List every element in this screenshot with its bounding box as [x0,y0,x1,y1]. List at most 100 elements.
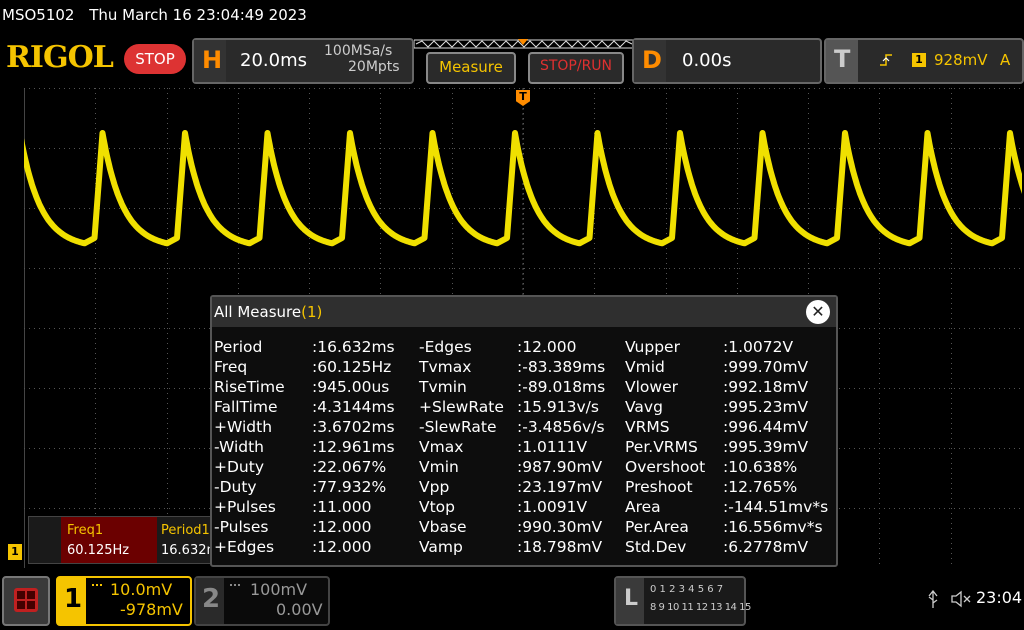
measure-value: :945.00us [312,378,390,396]
ch1-offset-marker[interactable]: 1 [8,544,22,560]
measure-row: Vmax :1.0111V [419,437,587,457]
measure-row: +Edges:12.000 [214,537,371,557]
measure-value: :1.0111V [517,438,588,456]
dialog-title-count: (1) [301,303,323,321]
measure-value: :23.197mV [517,478,603,496]
menu-button[interactable] [2,576,50,626]
measure-row: Vavg :995.23mV [625,397,808,417]
all-measure-dialog[interactable]: All Measure(1) ✕ Period :16.632ms Freq:60.… [210,295,838,567]
measure-name: Vlower [625,378,678,396]
measure-name: Tvmax [419,358,472,376]
measure-row: VRMS:996.44mV [625,417,808,437]
measure-name: -Width [214,438,264,456]
measure-row: -Duty:77.932% [214,477,386,497]
measure-name: Vavg [625,398,663,416]
measure-value: :18.798mV [517,538,603,556]
sound-muted-icon[interactable] [950,589,972,609]
horizontal-panel[interactable]: H 20.0ms 100MSa/s 20Mpts [192,38,414,84]
stop-status-button[interactable]: STOP [124,44,186,74]
measure-name: Vamp [419,538,463,556]
measure-name: Tvmin [419,378,467,396]
rigol-logo: RIGOL [6,40,114,75]
measure-name: Vmax [419,438,464,456]
measure-value: :995.39mV [723,438,809,456]
delay-value: 0.00s [682,50,732,71]
measure-name: Std.Dev [625,538,687,556]
measure-row: Freq:60.125Hz [214,357,391,377]
measure-column-3: Vupper:1.0072V Vmid:999.70mV Vlower:992.18… [625,337,828,557]
measure-value: :16.632ms [312,338,395,356]
measure-name: Freq [214,358,248,376]
ch2-coupling-icon [230,584,240,588]
measure-row: FallTime:4.3144ms [214,397,395,417]
logic-panel[interactable]: L 0 1 2 3 4 5 6 7 8 9 10 11 12 13 14 15 [614,576,751,626]
quick-measure-panel[interactable]: Freq1 60.125Hz Period1 16.632m [28,516,219,564]
measure-row: Overshoot:10.638% [625,457,797,477]
measure-name: Preshoot [625,478,693,496]
measure-row: +SlewRate:15.913v/s [419,397,599,417]
measure-value: :-83.389ms [517,358,606,376]
measure-name: Vtop [419,498,456,516]
measure-value: :12.000 [517,338,577,356]
measure-row: Vlower:992.18mV [625,377,808,397]
measure-name: -Pulses [214,518,269,536]
measure-name: FallTime [214,398,278,416]
dialog-header: All Measure(1) [212,297,836,327]
ch2-number: 2 [202,584,221,614]
measure-value: :1.0091V [517,498,588,516]
stop-run-button[interactable]: STOP/RUN [528,52,624,84]
measure-name: +Width [214,418,273,436]
measure-value: :999.70mV [723,358,809,376]
measure-value: :995.23mV [723,398,809,416]
freq-label: Freq1 [67,523,104,538]
measure-name: Per.Area [625,518,689,536]
measure-value: :990.30mV [517,518,603,536]
model-name: MSO5102 [2,6,75,24]
measure-row: Per.VRMS :995.39mV [625,437,808,457]
rising-edge-icon [880,54,892,66]
ch1-panel[interactable]: 1 10.0mV -978mV [56,576,192,626]
trigger-level: 928mV [934,51,988,69]
measure-row: Vpp :23.197mV [419,477,602,497]
ch1-offset: -978mV [120,600,183,619]
ch2-panel[interactable]: 2 100mV 0.00V [194,576,330,626]
measure-name: Vpp [419,478,450,496]
memory-timeline [414,39,634,49]
measure-name: +Pulses [214,498,276,516]
measure-name: -Edges [419,338,472,356]
measure-row: Std.Dev:6.2778mV [625,537,808,557]
trigger-panel[interactable]: T 1 928mV A [824,38,1024,84]
measure-row: Vmin:987.90mV [419,457,602,477]
measure-button[interactable]: Measure [426,52,516,84]
measure-name: RiseTime [214,378,285,396]
measure-row: Vmid :999.70mV [625,357,808,377]
dc-coupling-icon [92,584,102,588]
h-letter: H [202,46,223,74]
measure-row: Per.Area :16.556mv*s [625,517,823,537]
delay-panel[interactable]: D 0.00s [632,38,822,84]
freq-value: 60.125Hz [67,543,130,558]
measure-name: -SlewRate [419,418,497,436]
measure-name: +Edges [214,538,275,556]
timebase: 20.0ms [240,50,307,71]
measure-name: Period [214,338,263,356]
measure-row: Vtop :1.0091V [419,497,587,517]
measure-name: Vmid [625,358,665,376]
measure-value: :12.765% [723,478,798,496]
measure-row: Tvmax :-83.389ms [419,357,605,377]
measure-value: :12.961ms [312,438,395,456]
dialog-title: All Measure [214,303,302,321]
ch1-number: 1 [64,584,83,614]
measure-name: VRMS [625,418,670,436]
measure-row: Period :16.632ms [214,337,395,357]
measure-name: Overshoot [625,458,706,476]
measure-name: Vupper [625,338,680,356]
measure-row: Area:-144.51mv*s [625,497,828,517]
measure-value: :16.556mv*s [723,518,823,536]
period-label: Period1 [161,523,210,538]
measure-column-1: Period :16.632ms Freq:60.125Hz RiseTime :945… [214,337,395,557]
measure-name: Area [625,498,661,516]
measure-name: Per.VRMS [625,438,698,456]
close-icon[interactable]: ✕ [806,300,830,324]
measure-value: :11.000 [312,498,372,516]
